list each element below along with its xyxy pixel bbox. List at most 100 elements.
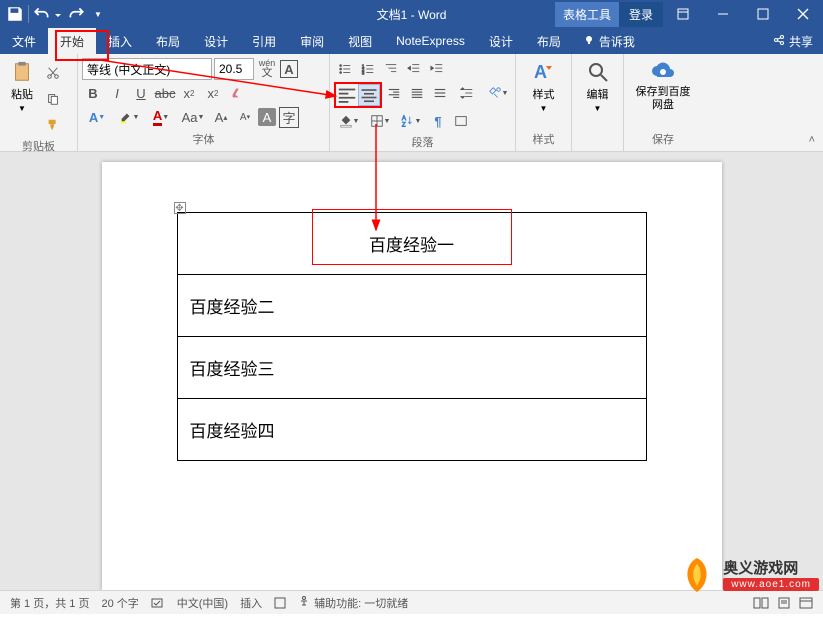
- tab-design[interactable]: 设计: [192, 28, 240, 54]
- font-name-combo[interactable]: 等线 (中文正文): [82, 58, 212, 80]
- share-button[interactable]: 共享: [773, 33, 813, 50]
- character-shading-icon[interactable]: 字: [278, 106, 300, 128]
- group-label-paragraph: 段落: [334, 132, 511, 152]
- status-mode[interactable]: 插入: [240, 595, 262, 611]
- web-layout-icon[interactable]: [799, 597, 813, 609]
- title-right: 表格工具 登录: [555, 0, 823, 28]
- show-hide-marks-icon[interactable]: ¶: [427, 110, 449, 132]
- save-baidu-button[interactable]: 保存到百度网盘: [628, 58, 698, 114]
- group-label-save: 保存: [628, 129, 698, 149]
- group-paragraph: 123 ▼ ▼ ▼ AZ▼ ¶: [330, 54, 516, 151]
- sort-icon[interactable]: AZ▼: [396, 110, 426, 132]
- increase-indent-icon[interactable]: [426, 58, 448, 80]
- status-words[interactable]: 20 个字: [101, 595, 138, 611]
- text-effects-icon[interactable]: A▼: [82, 106, 112, 128]
- character-border-icon[interactable]: A: [280, 60, 298, 78]
- accessibility-icon: [298, 595, 310, 610]
- format-painter-icon[interactable]: [42, 114, 64, 136]
- asian-layout-icon[interactable]: ▼: [483, 82, 513, 104]
- tab-insert[interactable]: 插入: [96, 28, 144, 54]
- borders-icon[interactable]: ▼: [365, 110, 395, 132]
- editing-button[interactable]: 编辑 ▼: [580, 58, 616, 115]
- table-cell-4[interactable]: 百度经验四: [177, 399, 646, 461]
- tab-file[interactable]: 文件: [0, 28, 48, 54]
- ribbon-tabs: 文件 开始 插入 布局 设计 引用 审阅 视图 NoteExpress 设计 布…: [0, 28, 823, 54]
- tab-review[interactable]: 审阅: [288, 28, 336, 54]
- change-case-icon[interactable]: Aa▼: [178, 106, 208, 128]
- macro-icon[interactable]: [274, 597, 286, 609]
- doc-name: 文档1: [377, 8, 408, 22]
- minimize-icon[interactable]: [703, 0, 743, 28]
- subscript-icon[interactable]: x2: [178, 82, 200, 104]
- font-size-combo[interactable]: 20.5: [214, 58, 254, 80]
- phonetic-guide-icon[interactable]: wén文: [256, 58, 278, 80]
- highlight-icon[interactable]: ▼: [114, 106, 144, 128]
- shading-icon[interactable]: ▼: [334, 110, 364, 132]
- watermark-url: www.aoe1.com: [723, 578, 819, 591]
- tab-table-layout[interactable]: 布局: [525, 28, 573, 54]
- paste-button[interactable]: 粘贴 ▼: [4, 58, 40, 115]
- cut-icon[interactable]: [42, 62, 64, 84]
- styles-icon: A: [532, 60, 556, 84]
- underline-icon[interactable]: U: [130, 82, 152, 104]
- tab-home[interactable]: 开始: [48, 28, 96, 54]
- italic-icon[interactable]: I: [106, 82, 128, 104]
- share-icon: [773, 34, 785, 49]
- read-mode-icon[interactable]: [753, 597, 769, 609]
- tab-table-design[interactable]: 设计: [477, 28, 525, 54]
- align-left-icon[interactable]: [336, 84, 358, 106]
- line-spacing-icon[interactable]: [452, 82, 482, 104]
- bullets-icon[interactable]: [334, 58, 356, 80]
- find-icon: [586, 60, 610, 84]
- tab-view[interactable]: 视图: [336, 28, 384, 54]
- distributed-icon[interactable]: [429, 82, 451, 104]
- tab-layout[interactable]: 布局: [144, 28, 192, 54]
- collapse-ribbon-icon[interactable]: ˄: [809, 134, 815, 146]
- grow-font-icon[interactable]: A▴: [210, 106, 232, 128]
- chevron-down-icon: ▼: [18, 104, 26, 113]
- tell-me-search[interactable]: 告诉我: [573, 33, 645, 50]
- print-layout-icon[interactable]: [777, 597, 791, 609]
- tab-references[interactable]: 引用: [240, 28, 288, 54]
- title-bar: ▼ 文档1 - Word 表格工具 登录: [0, 0, 823, 28]
- superscript-icon[interactable]: x2: [202, 82, 224, 104]
- table-cell-3[interactable]: 百度经验三: [177, 337, 646, 399]
- align-center-icon[interactable]: [358, 84, 380, 106]
- multilevel-list-icon[interactable]: [380, 58, 402, 80]
- clear-formatting-icon[interactable]: [226, 82, 248, 104]
- page: ✥ 百度经验一 百度经验二 百度经验三 百度经验四: [102, 162, 722, 590]
- numbering-icon[interactable]: 123: [357, 58, 379, 80]
- shrink-font-icon[interactable]: A▾: [234, 106, 256, 128]
- bold-icon[interactable]: B: [82, 82, 104, 104]
- align-right-icon[interactable]: [383, 82, 405, 104]
- close-icon[interactable]: [783, 0, 823, 28]
- ribbon: 粘贴 ▼ 剪贴板 等线 (中文正文) 20.5 wén文 A B I U: [0, 54, 823, 152]
- ribbon-options-icon[interactable]: [663, 0, 703, 28]
- status-accessibility[interactable]: 辅助功能: 一切就绪: [298, 595, 408, 611]
- styles-button[interactable]: A 样式 ▼: [526, 58, 562, 115]
- document-table[interactable]: 百度经验一 百度经验二 百度经验三 百度经验四: [177, 212, 647, 461]
- document-area[interactable]: ✥ 百度经验一 百度经验二 百度经验三 百度经验四: [0, 152, 823, 590]
- watermark: 奥义游戏网 www.aoe1.com: [677, 554, 819, 594]
- table-cell-1[interactable]: 百度经验一: [177, 213, 646, 275]
- justify-icon[interactable]: [406, 82, 428, 104]
- decrease-indent-icon[interactable]: [403, 58, 425, 80]
- strikethrough-icon[interactable]: abc: [154, 82, 176, 104]
- status-page[interactable]: 第 1 页，共 1 页: [10, 595, 89, 611]
- font-color-icon[interactable]: A▼: [146, 106, 176, 128]
- paragraph-settings-icon[interactable]: [450, 110, 472, 132]
- spell-check-icon[interactable]: [151, 596, 165, 610]
- tab-noteexpress[interactable]: NoteExpress: [384, 28, 477, 54]
- maximize-icon[interactable]: [743, 0, 783, 28]
- group-label-font: 字体: [82, 129, 325, 149]
- copy-icon[interactable]: [42, 88, 64, 110]
- group-font: 等线 (中文正文) 20.5 wén文 A B I U abc x2 x2 A▼…: [78, 54, 330, 151]
- svg-text:A: A: [534, 62, 547, 82]
- svg-text:3: 3: [362, 70, 365, 75]
- enclose-characters-icon[interactable]: A: [258, 108, 276, 126]
- svg-text:Z: Z: [401, 121, 405, 128]
- table-tools-label: 表格工具: [555, 2, 619, 27]
- status-language[interactable]: 中文(中国): [177, 595, 228, 611]
- table-cell-2[interactable]: 百度经验二: [177, 275, 646, 337]
- login-button[interactable]: 登录: [619, 2, 663, 27]
